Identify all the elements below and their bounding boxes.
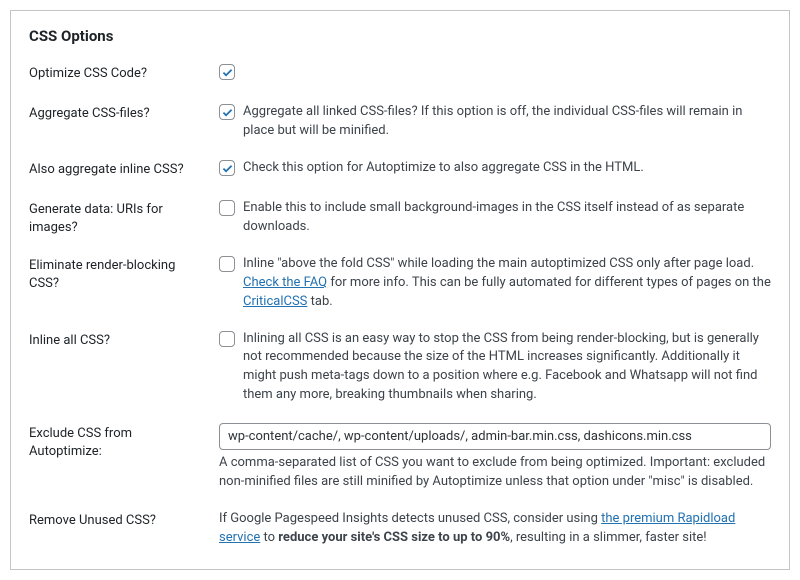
checkbox-data-uris[interactable] (219, 200, 235, 216)
check-icon (221, 106, 234, 119)
checkbox-aggregate-inline-css[interactable] (219, 160, 235, 176)
check-icon (221, 66, 234, 79)
label-render-blocking: Eliminate render-blocking CSS? (29, 255, 219, 292)
checkbox-optimize-css[interactable] (219, 64, 235, 80)
helper-exclude-css: A comma-separated list of CSS you want t… (219, 454, 771, 492)
panel-title: CSS Options (29, 27, 771, 45)
row-data-uris: Generate data: URIs for images? Enable t… (29, 199, 771, 237)
label-inline-all: Inline all CSS? (29, 330, 219, 350)
row-aggregate-css: Aggregate CSS-files? Aggregate all linke… (29, 103, 771, 141)
label-optimize-css: Optimize CSS Code? (29, 63, 219, 83)
desc-aggregate-inline-css: Check this option for Autoptimize to als… (243, 159, 771, 178)
desc-remove-unused: If Google Pagespeed Insights detects unu… (219, 510, 771, 548)
css-options-panel: CSS Options Optimize CSS Code? Aggregate… (10, 10, 790, 570)
label-exclude-css: Exclude CSS from Autoptimize: (29, 423, 219, 460)
input-exclude-css[interactable] (219, 423, 771, 450)
label-data-uris: Generate data: URIs for images? (29, 199, 219, 236)
desc-data-uris: Enable this to include small background-… (243, 199, 771, 237)
desc-aggregate-css: Aggregate all linked CSS-files? If this … (243, 103, 771, 141)
row-render-blocking: Eliminate render-blocking CSS? Inline "a… (29, 255, 771, 312)
row-aggregate-inline-css: Also aggregate inline CSS? Check this op… (29, 159, 771, 181)
row-remove-unused: Remove Unused CSS? If Google Pagespeed I… (29, 510, 771, 548)
link-criticalcss[interactable]: CriticalCSS (243, 294, 307, 309)
label-aggregate-css: Aggregate CSS-files? (29, 103, 219, 123)
desc-render-blocking: Inline "above the fold CSS" while loadin… (243, 255, 771, 312)
row-exclude-css: Exclude CSS from Autoptimize: A comma-se… (29, 423, 771, 492)
checkbox-render-blocking[interactable] (219, 256, 235, 272)
checkbox-inline-all[interactable] (219, 331, 235, 347)
label-remove-unused: Remove Unused CSS? (29, 510, 219, 530)
desc-inline-all: Inlining all CSS is an easy way to stop … (243, 330, 771, 405)
row-inline-all: Inline all CSS? Inlining all CSS is an e… (29, 330, 771, 405)
checkbox-aggregate-css[interactable] (219, 104, 235, 120)
link-check-faq[interactable]: Check the FAQ (243, 275, 327, 290)
label-aggregate-inline-css: Also aggregate inline CSS? (29, 159, 219, 179)
row-optimize-css: Optimize CSS Code? (29, 63, 771, 85)
check-icon (221, 162, 234, 175)
